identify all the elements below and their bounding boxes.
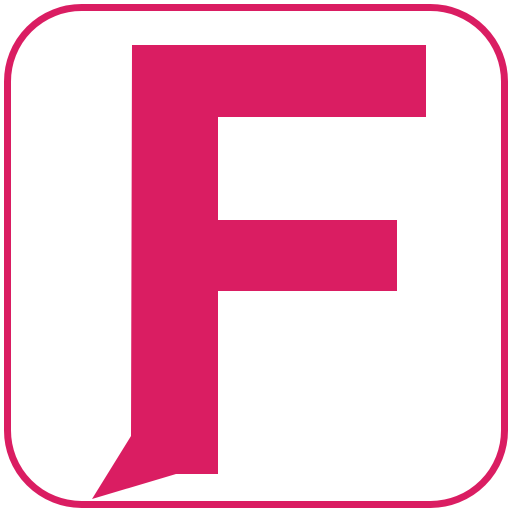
letter-f-logo-icon xyxy=(4,4,508,508)
app-icon[interactable] xyxy=(0,0,512,512)
